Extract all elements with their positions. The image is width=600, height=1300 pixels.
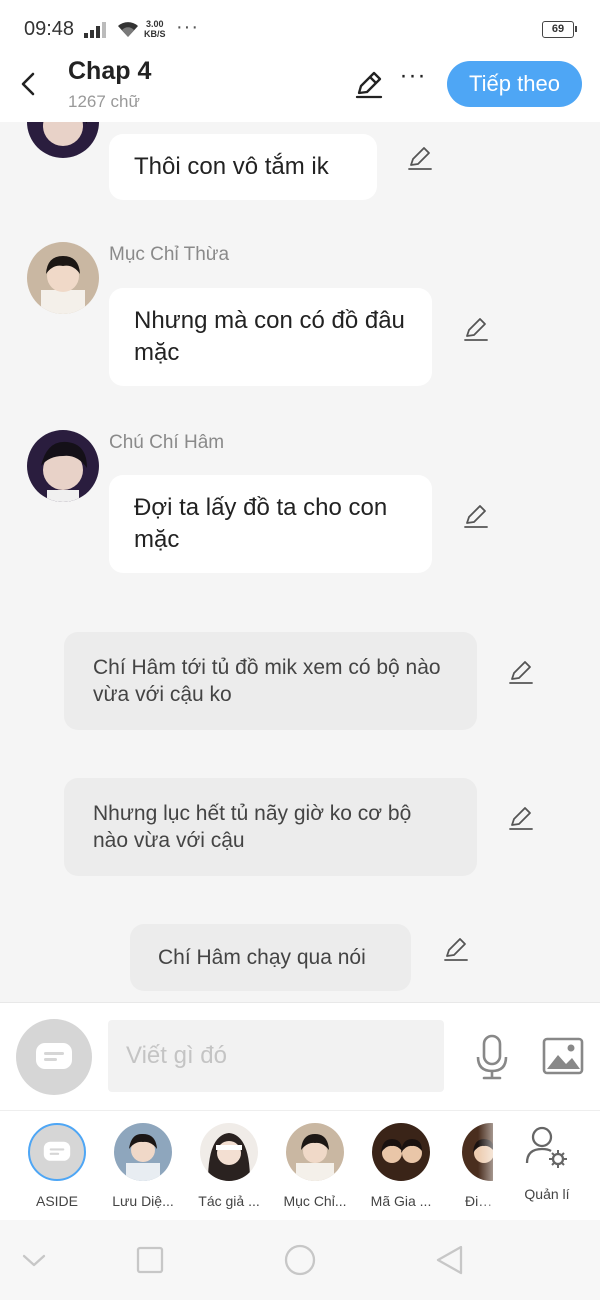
avatar	[114, 1123, 172, 1181]
composer-bar	[0, 1002, 600, 1110]
aside-avatar	[28, 1123, 86, 1181]
narration-bubble[interactable]: Chí Hâm tới tủ đồ mik xem có bộ nào vừa …	[64, 632, 477, 730]
top-app-bar: Chap 4 1267 chữ ··· Tiếp theo	[0, 56, 600, 122]
avatar-chi-ham[interactable]	[27, 122, 99, 158]
edit-pen-icon[interactable]	[462, 502, 490, 530]
edit-pen-icon[interactable]	[507, 658, 535, 686]
aside-toggle-button[interactable]	[16, 1019, 92, 1095]
avatar-chu-chi-ham[interactable]	[27, 430, 99, 502]
character-tac-gia[interactable]: Tác giả ...	[187, 1123, 271, 1209]
message-bubble[interactable]: Nhưng mà con có đồ đâu mặc	[109, 288, 432, 386]
chat-area[interactable]: Thôi con vô tắm ik Mục Chỉ Thừa Nhưng mà…	[0, 122, 600, 1002]
user-settings-icon	[525, 1126, 567, 1168]
character-label: Mục Chỉ...	[283, 1193, 347, 1209]
sender-name: Chú Chí Hâm	[109, 432, 225, 453]
character-label: ASIDE	[35, 1193, 78, 1209]
character-selector: ASIDE Lưu Diệ... Tác giả ... Mục Chỉ... …	[0, 1110, 600, 1220]
back-triangle-icon[interactable]	[430, 1242, 470, 1278]
word-count: 1267 chữ	[68, 92, 140, 111]
narration-text: Chí Hâm chạy qua nói	[158, 946, 366, 969]
character-label: Mã Gia ...	[370, 1193, 432, 1209]
message-text: Đợi ta lấy đồ ta cho con mặc	[134, 494, 388, 553]
character-muc-chi[interactable]: Mục Chỉ...	[273, 1123, 357, 1209]
battery-icon: 69	[542, 21, 577, 38]
more-options-button[interactable]: ···	[398, 64, 428, 98]
manage-characters-button[interactable]: Quản lí	[512, 1123, 582, 1202]
recent-apps-icon[interactable]	[130, 1242, 170, 1278]
character-aside[interactable]: ASIDE	[15, 1123, 99, 1209]
more-status-icon: ···	[176, 16, 199, 38]
message-icon	[36, 1043, 72, 1069]
character-label: Lưu Diệ...	[112, 1193, 174, 1209]
message-bubble[interactable]: Đợi ta lấy đồ ta cho con mặc	[109, 475, 432, 573]
narration-text: Nhưng lục hết tủ nãy giờ ko cơ bộ nào vừ…	[93, 802, 412, 852]
microphone-icon[interactable]	[474, 1033, 510, 1081]
narration-text: Chí Hâm tới tủ đồ mik xem có bộ nào vừa …	[93, 656, 441, 706]
avatar	[200, 1123, 258, 1181]
next-chapter-button[interactable]: Tiếp theo	[447, 61, 582, 107]
character-luu-die[interactable]: Lưu Diệ...	[101, 1123, 185, 1209]
network-speed: 3.00 KB/S	[144, 19, 166, 39]
sender-name: Mục Chỉ Thừa	[109, 244, 230, 265]
image-icon[interactable]	[542, 1037, 584, 1075]
message-text: Nhưng mà con có đồ đâu mặc	[134, 307, 405, 366]
narration-bubble[interactable]: Chí Hâm chạy qua nói	[130, 924, 411, 991]
status-bar: 09:48 3.00 KB/S ··· 69	[0, 0, 600, 56]
character-label: Tác giả ...	[198, 1193, 260, 1209]
edit-pen-icon[interactable]	[442, 935, 470, 963]
status-time: 09:48	[24, 18, 75, 40]
message-icon	[43, 1141, 71, 1161]
avatar	[372, 1123, 430, 1181]
wifi-icon	[118, 22, 138, 37]
avatar-muc-chi-thua[interactable]	[27, 242, 99, 314]
message-input[interactable]	[108, 1020, 444, 1092]
home-icon[interactable]	[280, 1242, 320, 1278]
edit-pen-icon[interactable]	[462, 315, 490, 343]
system-navigation-bar	[0, 1220, 600, 1300]
back-button[interactable]	[12, 64, 44, 104]
narration-bubble[interactable]: Nhưng lục hết tủ nãy giờ ko cơ bộ nào vừ…	[64, 778, 477, 876]
chevron-left-icon	[21, 72, 35, 96]
message-text: Thôi con vô tắm ik	[134, 153, 329, 180]
edit-pen-icon[interactable]	[507, 804, 535, 832]
edit-pen-icon[interactable]	[353, 68, 385, 100]
manage-label: Quản lí	[524, 1186, 570, 1202]
edit-pen-icon[interactable]	[406, 144, 434, 172]
message-bubble[interactable]: Thôi con vô tắm ik	[109, 134, 377, 200]
chevron-down-icon[interactable]	[14, 1242, 54, 1278]
avatar	[286, 1123, 344, 1181]
character-ma-gia[interactable]: Mã Gia ...	[359, 1123, 443, 1209]
chapter-title: Chap 4	[68, 57, 152, 85]
signal-icon	[84, 22, 106, 38]
